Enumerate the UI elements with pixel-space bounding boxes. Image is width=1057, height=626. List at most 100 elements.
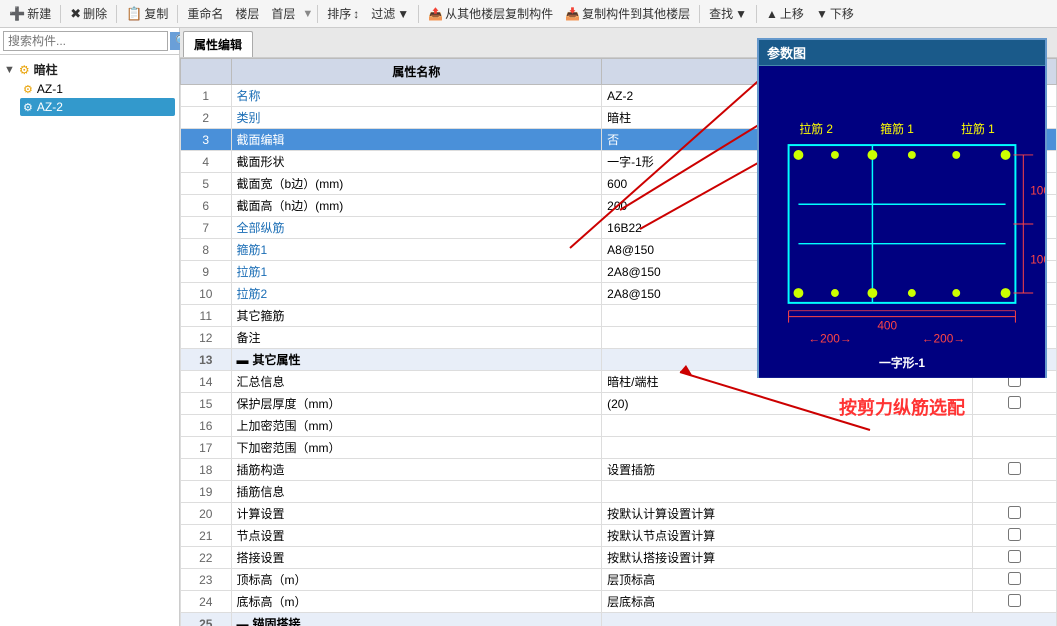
attach-checkbox-cell [972, 437, 1056, 459]
row-number: 6 [181, 195, 232, 217]
collapse-section-icon[interactable]: ▬ [237, 617, 249, 626]
rename-button[interactable]: 重命名 [182, 3, 228, 24]
prop-name-cell: 全部纵筋 [231, 217, 602, 239]
diagram-title: 参数图 [759, 40, 1045, 66]
svg-text:拉筋 2: 拉筋 2 [799, 122, 833, 136]
attach-checkbox[interactable] [1008, 594, 1021, 607]
sep1 [60, 5, 61, 23]
diagram-svg: 100 100 400 ←200→ ←200→ 拉筋 2 箍筋 1 拉筋 1 一… [759, 66, 1045, 378]
svg-text:←200→: ←200→ [922, 331, 965, 345]
table-row[interactable]: 25▬锚固搭接 [181, 613, 1057, 626]
new-icon: ➕ [9, 6, 25, 22]
prop-value-cell[interactable]: 设置插筋 [602, 459, 973, 481]
filter-icon: ▼ [397, 7, 409, 21]
prop-name-cell: 名称 [231, 85, 602, 107]
attach-checkbox[interactable] [1008, 572, 1021, 585]
row-number: 7 [181, 217, 232, 239]
prop-name-cell: 底标高（m） [231, 591, 602, 613]
tab-property-edit[interactable]: 属性编辑 [183, 31, 253, 57]
delete-icon: ✖ [70, 6, 81, 22]
row-number: 14 [181, 371, 232, 393]
item-icon-az2: ⚙ [23, 101, 33, 114]
table-row[interactable]: 20计算设置按默认计算设置计算 [181, 503, 1057, 525]
prop-name-link[interactable]: 拉筋2 [237, 287, 268, 301]
prop-value-cell[interactable]: 按默认节点设置计算 [602, 525, 973, 547]
table-row[interactable]: 24底标高（m）层底标高 [181, 591, 1057, 613]
table-row[interactable]: 22搭接设置按默认搭接设置计算 [181, 547, 1057, 569]
filter-button[interactable]: 过滤 ▼ [366, 3, 414, 24]
table-row[interactable]: 18插筋构造设置插筋 [181, 459, 1057, 481]
query-button[interactable]: 查找 ▼ [704, 3, 752, 24]
table-row[interactable]: 17下加密范围（mm） [181, 437, 1057, 459]
prop-name-cell: 插筋构造 [231, 459, 602, 481]
section-label: 其它属性 [253, 353, 301, 367]
diagram-canvas: 100 100 400 ←200→ ←200→ 拉筋 2 箍筋 1 拉筋 1 一… [759, 66, 1045, 378]
prop-value-cell[interactable] [602, 437, 973, 459]
copy-from-button[interactable]: 📤 从其他楼层复制构件 [423, 3, 558, 24]
search-input[interactable] [3, 31, 168, 51]
first-floor-button[interactable]: 首层 [266, 3, 300, 24]
row-number: 21 [181, 525, 232, 547]
prop-value-cell[interactable]: 层底标高 [602, 591, 973, 613]
search-bar: 🔍 [0, 28, 179, 55]
prop-value-cell[interactable] [602, 481, 973, 503]
row-number: 23 [181, 569, 232, 591]
prop-name-cell: 计算设置 [231, 503, 602, 525]
svg-text:拉筋 1: 拉筋 1 [961, 122, 995, 136]
row-number: 25 [181, 613, 232, 626]
query-icon: ▼ [735, 7, 747, 21]
tree-gear-icon: ⚙ [19, 63, 30, 77]
prop-name-cell: 截面形状 [231, 151, 602, 173]
floor-dropdown[interactable]: ▼ [302, 8, 313, 20]
col-name: 属性名称 [231, 59, 602, 85]
tree-panel: ▼ ⚙ 暗柱 ⚙ AZ-1 ⚙ AZ-2 [0, 55, 179, 626]
prop-name-link[interactable]: 名称 [237, 89, 261, 103]
row-number: 8 [181, 239, 232, 261]
prop-value-cell[interactable]: 层顶标高 [602, 569, 973, 591]
prop-name-cell: 截面编辑 [231, 129, 602, 151]
svg-text:箍筋 1: 箍筋 1 [880, 122, 914, 136]
row-number: 22 [181, 547, 232, 569]
prop-name-link[interactable]: 箍筋1 [237, 243, 268, 257]
row-number: 12 [181, 327, 232, 349]
tree-root-item[interactable]: ▼ ⚙ 暗柱 [4, 59, 175, 80]
svg-text:400: 400 [877, 318, 897, 332]
prop-value-cell[interactable]: 按默认搭接设置计算 [602, 547, 973, 569]
prop-name-link[interactable]: 类别 [237, 111, 261, 125]
row-number: 3 [181, 129, 232, 151]
sep6 [699, 5, 700, 23]
attach-checkbox-cell [972, 569, 1056, 591]
item-icon-az1: ⚙ [23, 83, 33, 96]
sep3 [177, 5, 178, 23]
row-number: 13 [181, 349, 232, 371]
table-row[interactable]: 19插筋信息 [181, 481, 1057, 503]
move-down-button[interactable]: ▼ 下移 [811, 3, 859, 24]
row-number: 17 [181, 437, 232, 459]
attach-checkbox-cell [972, 525, 1056, 547]
copy-to-button[interactable]: 📥 复制构件到其他楼层 [560, 3, 695, 24]
prop-name-cell: 下加密范围（mm） [231, 437, 602, 459]
move-up-button[interactable]: ▲ 上移 [761, 3, 809, 24]
attach-checkbox[interactable] [1008, 462, 1021, 475]
prop-value-cell[interactable]: 按默认计算设置计算 [602, 503, 973, 525]
prop-name-link[interactable]: 全部纵筋 [237, 221, 285, 235]
copy-button[interactable]: 📋 复制 [121, 3, 173, 24]
table-row[interactable]: 23顶标高（m）层顶标高 [181, 569, 1057, 591]
collapse-section-icon[interactable]: ▬ [237, 353, 249, 367]
annotation-text: 按剪力纵筋选配 [757, 394, 1047, 420]
floor-button[interactable]: 楼层 [230, 3, 264, 24]
prop-name-cell: 顶标高（m） [231, 569, 602, 591]
row-number: 5 [181, 173, 232, 195]
sort-button[interactable]: 排序 ↕ [322, 3, 364, 24]
row-number: 20 [181, 503, 232, 525]
delete-button[interactable]: ✖ 删除 [65, 3, 112, 24]
new-button[interactable]: ➕ 新建 [4, 3, 56, 24]
attach-checkbox[interactable] [1008, 528, 1021, 541]
tree-item-az2[interactable]: ⚙ AZ-2 [20, 98, 175, 116]
prop-name-cell: 汇总信息 [231, 371, 602, 393]
tree-item-az1[interactable]: ⚙ AZ-1 [20, 80, 175, 98]
prop-name-link[interactable]: 拉筋1 [237, 265, 268, 279]
table-row[interactable]: 21节点设置按默认节点设置计算 [181, 525, 1057, 547]
attach-checkbox[interactable] [1008, 550, 1021, 563]
attach-checkbox[interactable] [1008, 506, 1021, 519]
